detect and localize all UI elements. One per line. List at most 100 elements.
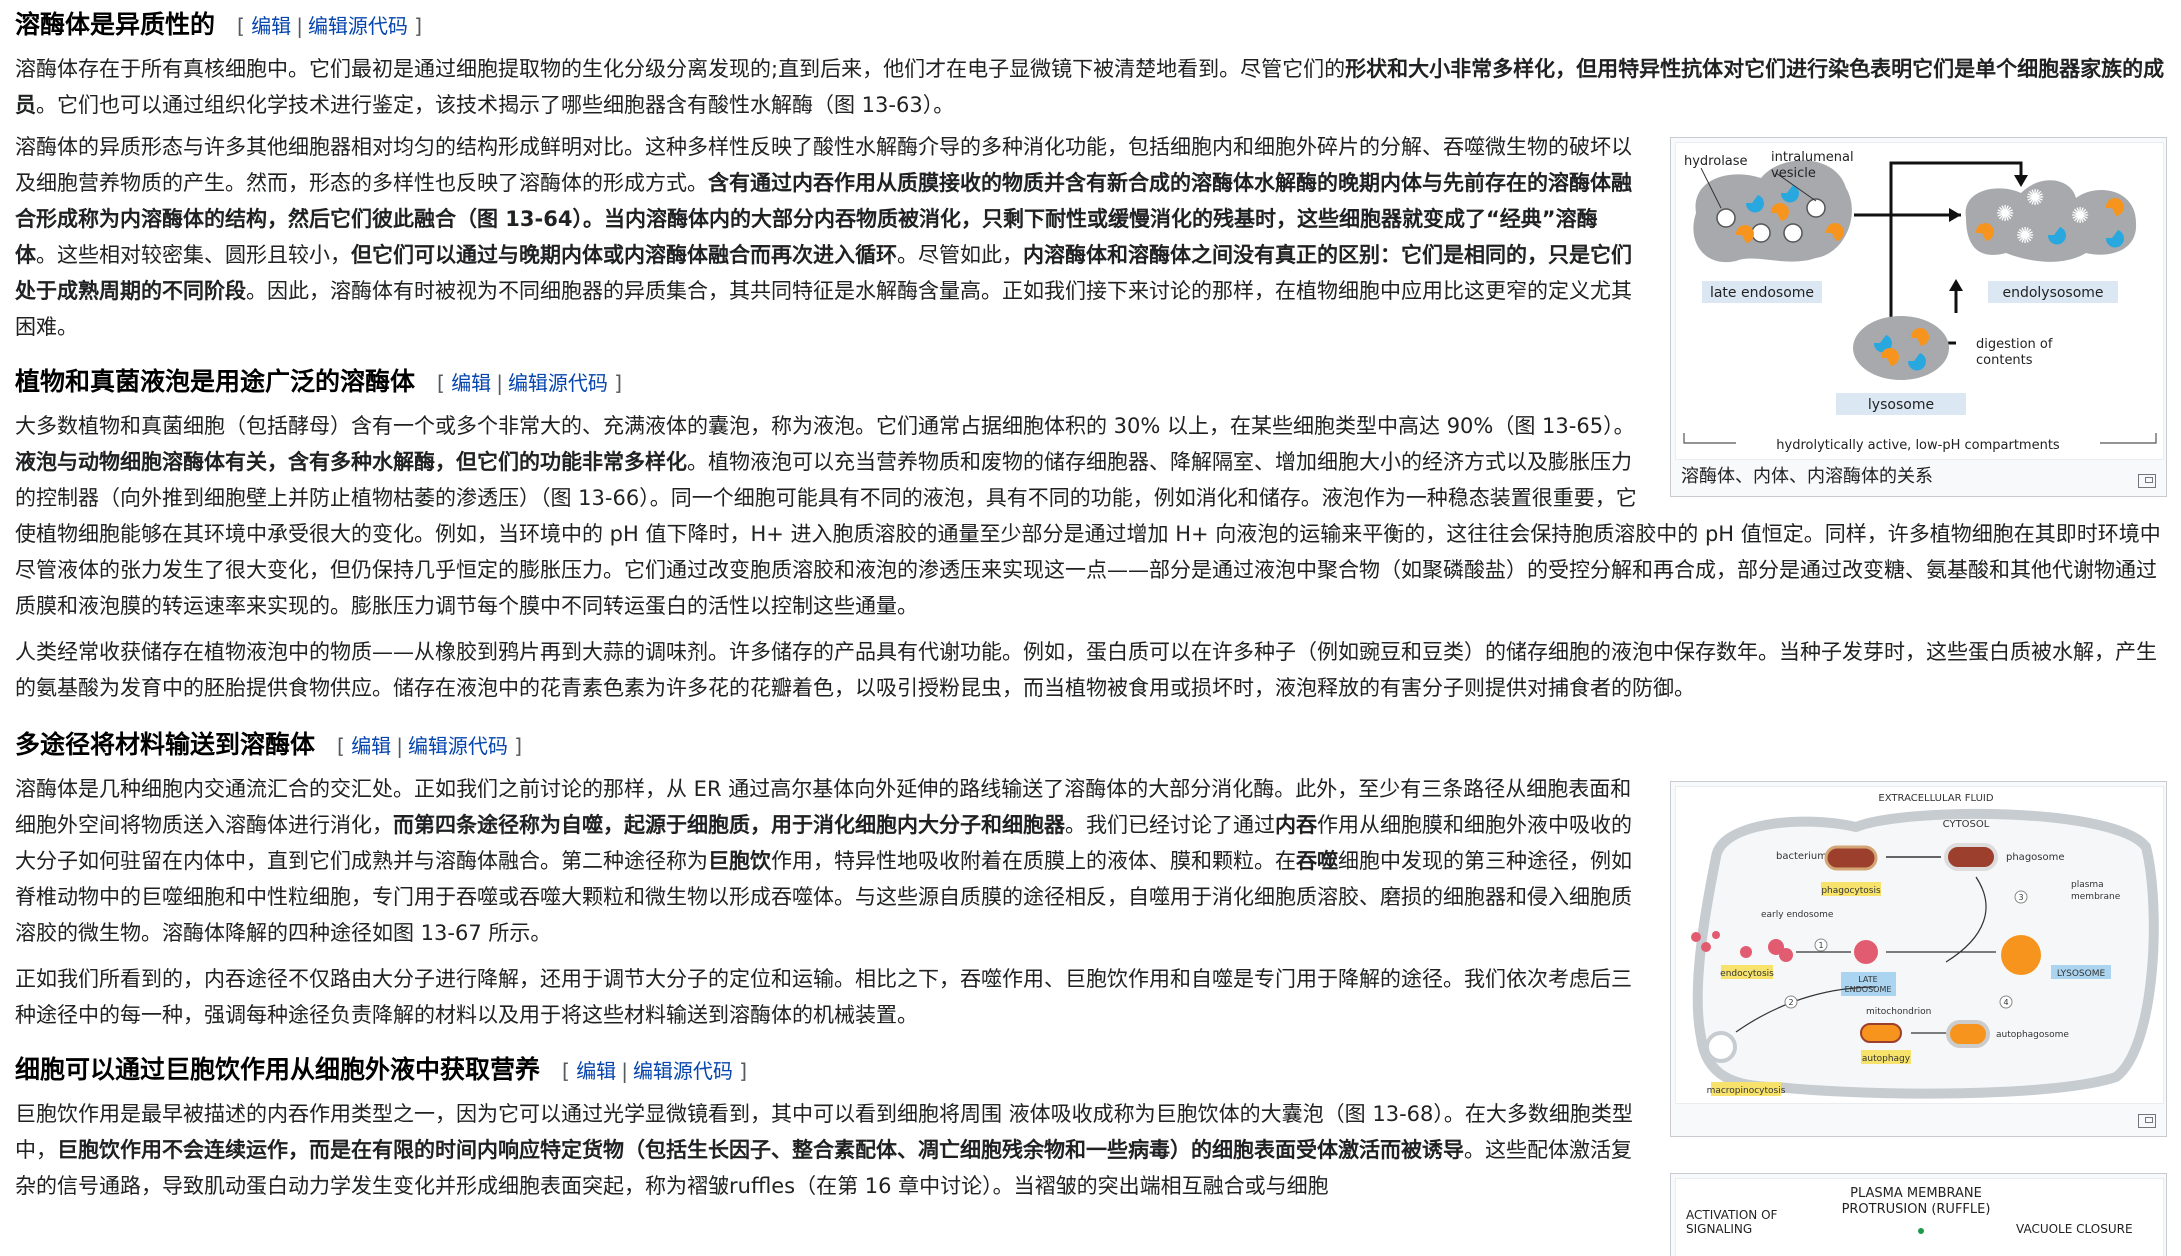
- edit-links: [ 编辑 | 编辑源代码 ]: [337, 734, 523, 758]
- section-title: 植物和真菌液泡是用途广泛的溶酶体: [15, 367, 416, 396]
- cargo-icon: [1691, 932, 1701, 942]
- edit-links: [ 编辑 | 编辑源代码 ]: [437, 371, 623, 395]
- text-run: 。我们已经讨论了通过: [1065, 813, 1275, 837]
- text-run: 。尽管如此，: [897, 243, 1023, 267]
- bold-text-run: 但它们可以通过与晚期内体或内溶酶体融合而再次进入循环: [351, 243, 897, 267]
- label-digestion: digestion of: [1976, 337, 2053, 352]
- figure-caption: [1675, 1104, 2162, 1132]
- lysosome-pathways-diagram: EXTRACELLULAR FLUID CYTOSOL bacterium ph…: [1691, 793, 2159, 1099]
- edit-source-link[interactable]: 编辑源代码: [408, 734, 508, 758]
- figure-image[interactable]: hydrolase intralumenal vesicle late endo…: [1675, 142, 2164, 460]
- early-endosome-icon: [1779, 948, 1793, 962]
- article-content: 溶酶体是异质性的 [ 编辑 | 编辑源代码 ] 溶酶体存在于所有真核细胞中。它们最初…: [15, 0, 2167, 1256]
- section-heading: 溶酶体是异质性的 [ 编辑 | 编辑源代码 ]: [15, 8, 2167, 43]
- bold-text-run: 巨胞饮: [708, 849, 771, 873]
- figure-13-67: EXTRACELLULAR FLUID CYTOSOL bacterium ph…: [1670, 781, 2167, 1137]
- edit-link[interactable]: 编辑: [576, 1059, 616, 1083]
- edit-source-link[interactable]: 编辑源代码: [308, 14, 408, 38]
- label-late-endosome: late endosome: [1710, 285, 1814, 301]
- text-run: 。它们也可以通过组织化学技术进行鉴定，该技术揭示了哪些细胞器含有酸性水解酶（图 …: [36, 93, 955, 117]
- signal-icon: [1918, 1228, 1924, 1234]
- edit-link[interactable]: 编辑: [351, 734, 391, 758]
- label-extracellular: EXTRACELLULAR FLUID: [1878, 793, 1993, 804]
- magnify-icon[interactable]: [2138, 1114, 2156, 1128]
- edit-link[interactable]: 编辑: [451, 371, 491, 395]
- figure-image[interactable]: EXTRACELLULAR FLUID CYTOSOL bacterium ph…: [1675, 786, 2164, 1104]
- bold-text-run: 而第四条途径称为自噬，起源于细胞质，用于消化细胞内大分子和细胞器: [393, 813, 1065, 837]
- digested-vesicle-icon: ✺: [2071, 204, 2089, 229]
- figure-13-64: hydrolase intralumenal vesicle late endo…: [1670, 137, 2167, 497]
- vesicle-icon: [1783, 223, 1803, 243]
- label-phagocytosis: phagocytosis: [1821, 886, 1881, 896]
- bold-text-run: 巨胞饮作用不会连续运作，而是在有限的时间内响应特定货物（包括生长因子、整合素配体…: [57, 1138, 1464, 1162]
- cargo-icon: [1701, 942, 1711, 952]
- cell-membrane: [1692, 808, 2159, 1099]
- label-macropinocytosis: macropinocytosis: [1707, 1086, 1786, 1096]
- macropinosome-icon: [1705, 1031, 1737, 1063]
- edit-link[interactable]: 编辑: [251, 14, 291, 38]
- section-title: 溶酶体是异质性的: [15, 10, 216, 39]
- digested-vesicle-icon: ✺: [1996, 202, 2014, 227]
- label-cytosol: CYTOSOL: [1943, 819, 1990, 830]
- label-endolysosome: endolysosome: [2002, 285, 2103, 301]
- label-plasma: plasma: [2071, 880, 2104, 890]
- endolysosome-shape: [1965, 180, 2137, 262]
- vesicle-icon: [1806, 198, 1826, 218]
- text-run: 大多数植物和真菌细胞（包括酵母）含有一个或多个非常大的、充满液体的囊泡，称为液泡…: [15, 414, 1635, 438]
- label-hydrolase: hydrolase: [1684, 154, 1748, 169]
- magnify-icon[interactable]: [2138, 474, 2156, 488]
- label-compartments: hydrolytically active, low-pH compartmen…: [1776, 438, 2060, 453]
- bacterium-icon: [1824, 845, 1878, 871]
- arrow-head: [1949, 279, 1963, 291]
- label-late: LATE: [1858, 975, 1877, 984]
- endosome-lysosome-diagram: hydrolase intralumenal vesicle late endo…: [1683, 150, 2157, 453]
- paragraph: 人类经常收获储存在植物液泡中的物质——从橡胶到鸦片再到大蒜的调味剂。许多储存的产…: [15, 640, 2157, 700]
- cargo-icon: [1712, 931, 1720, 939]
- label-signaling: SIGNALING: [1686, 1222, 1752, 1236]
- section-title: 多途径将材料输送到溶酶体: [15, 730, 316, 759]
- figure-image[interactable]: PLASMA MEMBRANE PROTRUSION (RUFFLE) ACTI…: [1675, 1178, 2164, 1256]
- figure-13-68: PLASMA MEMBRANE PROTRUSION (RUFFLE) ACTI…: [1670, 1173, 2167, 1256]
- section-title: 细胞可以通过巨胞饮作用从细胞外液中获取营养: [15, 1055, 541, 1084]
- lysosome-icon: [2001, 935, 2041, 975]
- label-plasma-membrane: PLASMA MEMBRANE: [1850, 1186, 1982, 1201]
- text-run: 作用，特异性地吸收附着在质膜上的液体、膜和颗粒。在: [771, 849, 1296, 873]
- label-endosome: ENDOSOME: [1845, 985, 1892, 994]
- section-heading: 细胞可以通过巨胞饮作用从细胞外液中获取营养 [ 编辑 | 编辑源代码 ]: [15, 1053, 1638, 1088]
- text-run: 。这些相对较密集、圆形且较小，: [36, 243, 351, 267]
- label-phagosome: phagosome: [2006, 852, 2065, 863]
- phagosome-icon: [1944, 843, 1998, 871]
- section-heading: 植物和真菌液泡是用途广泛的溶酶体 [ 编辑 | 编辑源代码 ]: [15, 365, 1638, 400]
- label-autophagosome: autophagosome: [1996, 1030, 2069, 1040]
- label-lysosome: lysosome: [1868, 397, 1934, 413]
- section-heading: 多途径将材料输送到溶酶体 [ 编辑 | 编辑源代码 ]: [15, 728, 2167, 763]
- autophagosome-icon: [1946, 1020, 1990, 1048]
- text-run: 溶酶体存在于所有真核细胞中。它们最初是通过细胞提取物的生化分级分离发现的;直到后…: [15, 57, 1346, 81]
- label-protrusion: PROTRUSION (RUFFLE): [1842, 1202, 1991, 1217]
- bold-text-run: 液泡与动物细胞溶酶体有关，含有多种水解酶，但它们的功能非常多样化: [15, 450, 687, 474]
- step-number: 2: [1788, 998, 1793, 1007]
- digested-vesicle-icon: ✺: [2016, 224, 2034, 249]
- text-run: 。因此，溶酶体有时被视为不同细胞器的异质集合，其共同特征是水解酶含量高。正如我们…: [15, 279, 1632, 339]
- label-endocytosis: endocytosis: [1720, 969, 1774, 979]
- bold-text-run: 吞噬: [1296, 849, 1338, 873]
- cargo-icon: [1740, 946, 1752, 958]
- vesicle-icon: [1751, 223, 1771, 243]
- late-endosome-icon: [1854, 940, 1878, 964]
- label-membrane: membrane: [2071, 892, 2121, 902]
- arrow-head: [1949, 208, 1961, 222]
- label-intralumenal: intralumenal: [1771, 150, 1854, 165]
- figure-caption: 溶酶体、内体、内溶酶体的关系: [1675, 460, 2162, 492]
- label-bacterium: bacterium: [1776, 851, 1827, 862]
- edit-source-link[interactable]: 编辑源代码: [633, 1059, 733, 1083]
- label-early-endosome: early endosome: [1761, 910, 1834, 920]
- label-activation: ACTIVATION OF: [1686, 1208, 1778, 1222]
- caption-text: 溶酶体、内体、内溶酶体的关系: [1681, 466, 1933, 487]
- mitochondrion-icon: [1860, 1023, 1902, 1043]
- label-lysosome: LYSOSOME: [2057, 969, 2106, 979]
- vesicle-icon: [1716, 208, 1736, 228]
- digested-vesicle-icon: ✺: [2026, 186, 2044, 211]
- bold-text-run: 内吞: [1275, 813, 1317, 837]
- wiki-page: 溶酶体是异质性的 [ 编辑 | 编辑源代码 ] 溶酶体存在于所有真核细胞中。它们最初…: [0, 0, 2181, 1256]
- edit-source-link[interactable]: 编辑源代码: [508, 371, 608, 395]
